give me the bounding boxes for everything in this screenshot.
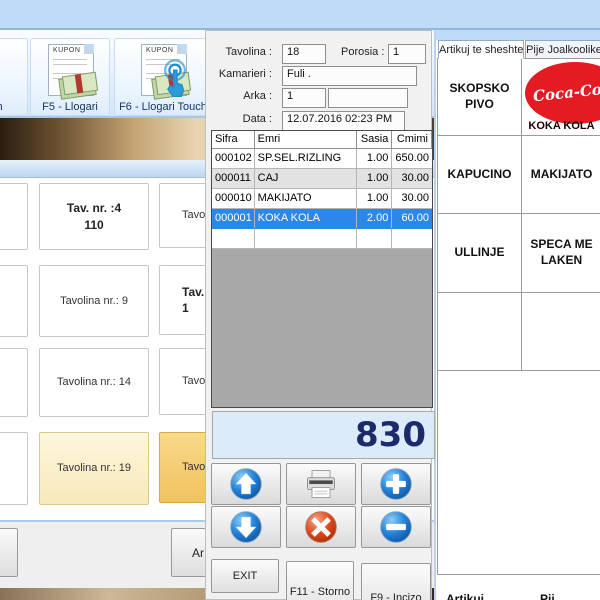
product-button-speca-me-laken[interactable]: SPECA ME LAKEN xyxy=(522,214,600,293)
product-grid: SKOPSKO PIVO Coca-Cola KOKA KOLA KAPUCIN… xyxy=(437,58,600,575)
pos-screen: Touch KUPON F5 - Llogari KUPON xyxy=(0,0,600,600)
order-panel: Tavolina : 18 Porosia : 1 Kamarieri : Fu… xyxy=(205,30,432,600)
tab-artikuj-te-sheshte[interactable]: Artikuj te sheshte xyxy=(438,40,524,59)
product-button-empty[interactable] xyxy=(438,293,522,371)
add-item-button[interactable] xyxy=(361,463,431,505)
cell-sifra: 000011 xyxy=(212,169,255,188)
arrow-up-icon xyxy=(228,466,264,502)
arka-field-2[interactable] xyxy=(328,88,408,108)
money-icon xyxy=(62,72,98,96)
table-button-tav4[interactable]: Tav. nr. :4 110 xyxy=(39,183,149,250)
column-header[interactable]: Cmimi xyxy=(392,131,432,148)
plus-icon xyxy=(378,466,414,502)
kupon-doc-title: KUPON xyxy=(146,47,173,54)
touch-hand-icon xyxy=(158,59,192,97)
table-button-partial[interactable] xyxy=(0,348,28,417)
table-row[interactable]: 000011 CAJ 1.00 30.00 xyxy=(212,169,432,189)
cell-sasia: 1.00 xyxy=(357,169,393,188)
bottom-partial-label: Artikuj xyxy=(446,592,484,600)
porosia-field[interactable]: 1 xyxy=(388,44,426,64)
table-row-selected[interactable]: 000001 KOKA KOLA 2.00 60.00 xyxy=(212,209,432,229)
products-panel: Artikuj te sheshte Pije Joalkoolike SKOP… xyxy=(434,30,600,600)
cell-sifra: 000001 xyxy=(212,209,255,228)
column-header[interactable]: Sifra xyxy=(212,131,255,148)
bottom-bar-button-partial[interactable] xyxy=(0,528,18,577)
ribbon-button-label: F5 - Llogari xyxy=(31,101,109,113)
cell-sasia: 2.00 xyxy=(357,209,393,228)
printer-icon xyxy=(302,466,340,502)
table-button-partial[interactable] xyxy=(0,183,28,250)
table-button-tav9[interactable]: Tavolina nr.: 9 xyxy=(39,265,149,337)
product-button-empty[interactable] xyxy=(522,293,600,371)
arrow-down-icon xyxy=(228,509,264,545)
kamarieri-label: Kamarieri : xyxy=(208,68,272,80)
table-button-tav19[interactable]: Tavolina nr.: 19 xyxy=(39,432,149,505)
cell-sifra: 000010 xyxy=(212,189,255,208)
cell-cmimi: 30.00 xyxy=(392,169,432,188)
print-button[interactable] xyxy=(286,463,356,505)
cell-sasia: 1.00 xyxy=(357,189,393,208)
panel-top-band xyxy=(436,30,600,40)
coca-cola-logo: Coca-Cola xyxy=(525,62,600,124)
ribbon-button-label: F6 - Llogari Touch xyxy=(115,101,211,113)
cell-sasia: 1.00 xyxy=(357,149,393,168)
kupon-doc-title: KUPON xyxy=(53,47,80,54)
ribbon-button-label: Touch xyxy=(0,101,27,113)
incizo-button[interactable]: F9 - Incizo xyxy=(361,563,431,600)
product-button-ullinje[interactable]: ULLINJE xyxy=(438,214,522,293)
cell-emri: CAJ xyxy=(255,169,357,188)
tavolina-field[interactable]: 18 xyxy=(282,44,326,64)
product-button-kapucino[interactable]: KAPUCINO xyxy=(438,136,522,214)
bottom-partial-label: Pij xyxy=(540,592,555,600)
cancel-x-icon xyxy=(303,509,339,545)
product-button-makijato[interactable]: MAKIJATO xyxy=(522,136,600,214)
ribbon-button-touch[interactable]: Touch xyxy=(0,38,28,116)
product-button-koka-kola[interactable]: Coca-Cola KOKA KOLA xyxy=(522,59,600,136)
ribbon-button-f5-llogari[interactable]: KUPON F5 - Llogari xyxy=(30,38,110,116)
column-header[interactable]: Sasia xyxy=(357,131,393,148)
exit-button[interactable]: EXIT xyxy=(211,559,279,593)
table-row-empty[interactable] xyxy=(212,229,432,249)
storno-button[interactable]: F11 - Storno xyxy=(286,561,354,600)
table-header-row: Sifra Emri Sasia Cmimi xyxy=(212,131,432,149)
move-up-button[interactable] xyxy=(211,463,281,505)
kamarieri-field[interactable]: Fuli . xyxy=(282,66,417,86)
cell-emri: KOKA KOLA xyxy=(255,209,357,228)
kupon-document-icon: KUPON xyxy=(48,44,94,96)
move-down-button[interactable] xyxy=(211,506,281,548)
product-button-skopsko-pivo[interactable]: SKOPSKO PIVO xyxy=(438,59,522,136)
window-title-band xyxy=(0,0,600,30)
total-display: 830 xyxy=(212,411,435,459)
coca-cola-script-text: Coca-Cola xyxy=(532,79,600,107)
arka-label: Arka : xyxy=(208,90,272,102)
cell-cmimi: 650.00 xyxy=(392,149,432,168)
tavolina-label: Tavolina : xyxy=(208,46,272,58)
arka-field[interactable]: 1 xyxy=(282,88,326,108)
porosia-label: Porosia : xyxy=(341,46,384,58)
table-button-tav14[interactable]: Tavolina nr.: 14 xyxy=(39,348,149,417)
delete-item-button[interactable] xyxy=(286,506,356,548)
tab-pije-joalkoolike[interactable]: Pije Joalkoolike xyxy=(525,40,600,59)
minus-icon xyxy=(378,509,414,545)
kupon-document-icon: KUPON xyxy=(141,44,187,96)
table-button-partial[interactable] xyxy=(0,432,28,505)
data-field[interactable]: 12.07.2016 02:23 PM xyxy=(282,111,405,131)
table-button-partial[interactable] xyxy=(0,265,28,337)
table-row[interactable]: 000010 MAKIJATO 1.00 30.00 xyxy=(212,189,432,209)
remove-quantity-button[interactable] xyxy=(361,506,431,548)
order-items-table[interactable]: Sifra Emri Sasia Cmimi 000102 SP.SEL.RIZ… xyxy=(211,130,433,408)
product-button-label: KOKA KOLA xyxy=(522,119,600,133)
cell-cmimi: 60.00 xyxy=(392,209,432,228)
table-row[interactable]: 000102 SP.SEL.RIZLING 1.00 650.00 xyxy=(212,149,432,169)
ribbon-button-f6-llogari-touch[interactable]: KUPON F6 - Llogari Touch xyxy=(114,38,212,116)
cell-emri: SP.SEL.RIZLING xyxy=(255,149,357,168)
cell-emri: MAKIJATO xyxy=(255,189,357,208)
cell-sifra: 000102 xyxy=(212,149,255,168)
column-header[interactable]: Emri xyxy=(255,131,357,148)
data-label: Data : xyxy=(208,113,272,125)
cell-cmimi: 30.00 xyxy=(392,189,432,208)
